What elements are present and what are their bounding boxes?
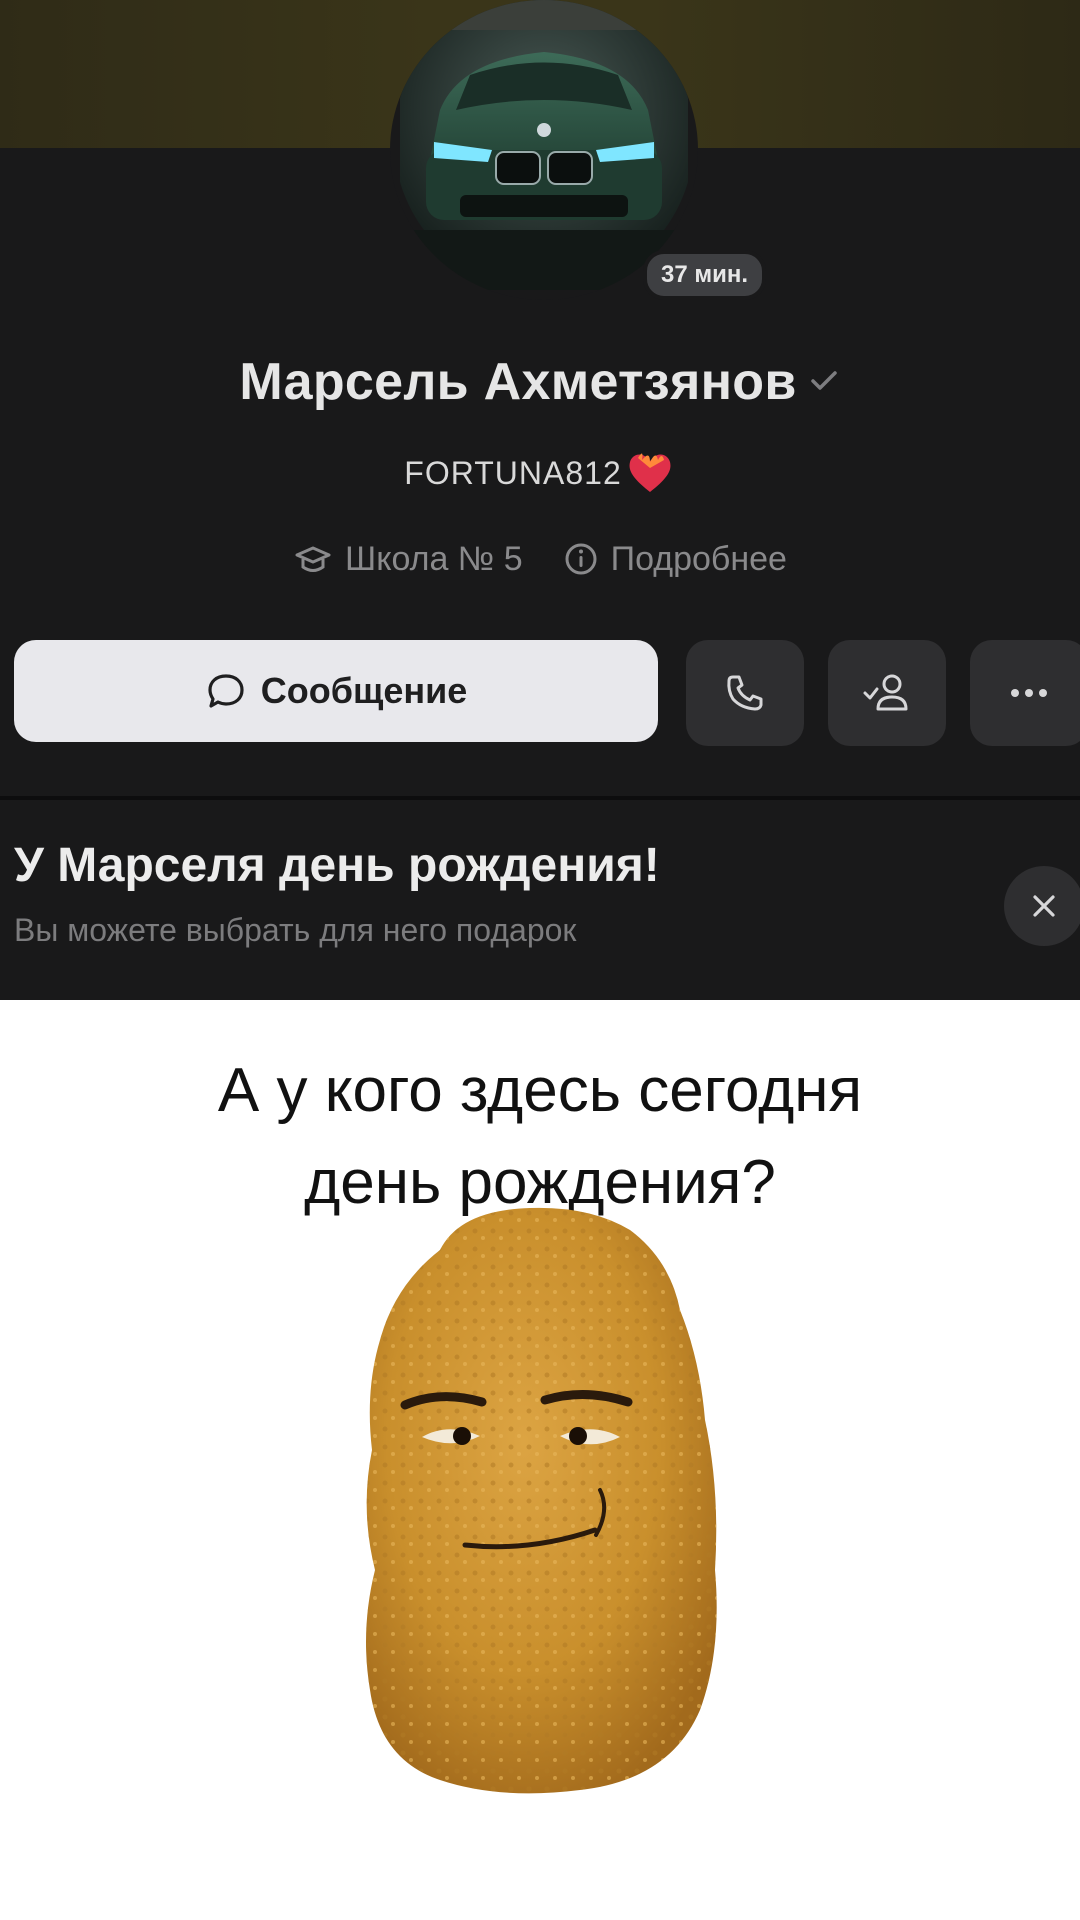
more-actions-button[interactable]: [970, 640, 1080, 746]
heart-fire-icon: [629, 453, 671, 492]
graduation-cap-icon: [295, 546, 331, 572]
call-button[interactable]: [686, 640, 804, 746]
close-icon: [1033, 895, 1055, 917]
message-button-label: Сообщение: [260, 670, 468, 711]
profile-name: Марсель Ахметзянов: [239, 353, 797, 411]
more-info-link[interactable]: Подробнее: [563, 540, 787, 579]
verified-check-icon: [810, 371, 837, 390]
profile-status-row: FORTUNA812: [0, 446, 1080, 498]
profile-status: FORTUNA812: [404, 455, 622, 491]
friend-status-button[interactable]: [828, 640, 946, 746]
message-button[interactable]: Сообщение: [14, 640, 658, 742]
last-seen-badge: 37 мин.: [643, 250, 767, 300]
nugget-face-image: [366, 1207, 717, 1794]
more-dots-icon: [1011, 689, 1047, 697]
more-info-label: Подробнее: [610, 540, 787, 578]
info-icon: [565, 543, 597, 575]
profile-name-row: Марсель Ахметзянов: [0, 352, 1080, 412]
school-label: Школа № 5: [345, 540, 523, 578]
avatar-car-photo: [400, 0, 688, 290]
birthday-close-button[interactable]: [1004, 866, 1080, 946]
birthday-title: У Марселя день рождения!: [14, 839, 660, 892]
message-bubble-icon: [208, 674, 244, 708]
phone-icon: [727, 675, 763, 711]
profile-screen: 37 мин. Марсель Ахметзянов FORTUNA812 Шк…: [0, 0, 1080, 1000]
profile-info-row: Школа № 5 Подробнее: [0, 540, 1080, 579]
birthday-subtitle[interactable]: Вы можете выбрать для него подарок: [14, 912, 576, 949]
school-info[interactable]: Школа № 5: [293, 540, 523, 579]
section-divider: [0, 796, 1080, 800]
meme-caption-line1: А у кого здесь сегодня: [217, 1056, 863, 1125]
avatar-container[interactable]: 37 мин.: [390, 0, 767, 300]
friend-added-icon: [863, 674, 908, 711]
